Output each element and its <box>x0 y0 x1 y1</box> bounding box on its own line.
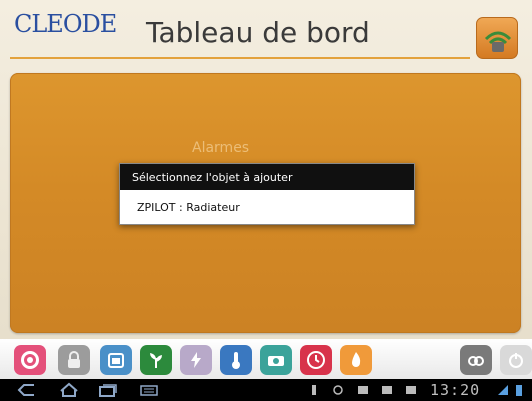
wifi-status <box>496 379 510 401</box>
recent-apps-icon <box>99 384 117 397</box>
lightning-button[interactable] <box>180 345 212 375</box>
power-icon <box>509 353 523 368</box>
location-icon <box>333 385 343 395</box>
system-navigation-bar: 13:20 <box>0 379 532 401</box>
location-status <box>332 379 344 401</box>
camera-button[interactable] <box>260 345 292 375</box>
notification-icon <box>382 386 392 394</box>
app-logo: CLEODE <box>14 10 117 38</box>
lock-icon <box>68 351 80 368</box>
usb-icon <box>312 385 316 395</box>
notification-status-1 <box>356 379 370 401</box>
notification-icon <box>406 386 416 394</box>
thermometer-icon <box>232 352 240 369</box>
alarm-button[interactable] <box>300 345 332 375</box>
plant-icon <box>150 353 162 368</box>
notification-status-3 <box>404 379 418 401</box>
header: CLEODE Tableau de bord <box>0 0 532 62</box>
keyboard-icon <box>140 385 158 396</box>
fire-button[interactable] <box>340 345 372 375</box>
keyboard-button[interactable] <box>138 379 160 401</box>
camera-icon <box>268 356 284 366</box>
dialog-option-zpilot[interactable]: ZPILOT : Radiateur <box>120 190 414 224</box>
battery-status-icon <box>516 385 522 396</box>
wifi-button[interactable] <box>476 17 518 59</box>
status-clock: 13:20 <box>430 381 481 399</box>
usb-status <box>308 379 320 401</box>
home-icon <box>60 382 78 397</box>
header-divider <box>10 57 470 59</box>
notification-icon <box>358 386 368 394</box>
device-icon-bar <box>0 339 532 379</box>
add-object-dialog: Sélectionnez l'objet à ajouter ZPILOT : … <box>119 163 415 225</box>
power-button[interactable] <box>500 345 532 375</box>
wifi-icon <box>484 31 512 52</box>
thermometer-button[interactable] <box>220 345 252 375</box>
fire-icon <box>352 352 361 367</box>
target-button[interactable] <box>14 345 46 375</box>
home-button[interactable] <box>58 379 80 401</box>
battery-status <box>514 379 524 401</box>
lock-button[interactable] <box>58 345 90 375</box>
plant-button[interactable] <box>140 345 172 375</box>
link-button[interactable] <box>460 345 492 375</box>
board-section-label: Alarmes <box>192 140 250 156</box>
battery-button[interactable] <box>100 345 132 375</box>
page-title: Tableau de bord <box>146 16 370 49</box>
back-icon <box>17 384 34 396</box>
battery-icon <box>108 353 124 368</box>
lightning-icon <box>191 352 201 368</box>
back-button[interactable] <box>16 379 38 401</box>
link-icon <box>468 356 484 366</box>
notification-status-2 <box>380 379 394 401</box>
target-icon <box>21 351 39 369</box>
recent-apps-button[interactable] <box>96 379 118 401</box>
alarm-icon <box>307 351 325 369</box>
signal-icon <box>498 385 508 395</box>
dialog-title: Sélectionnez l'objet à ajouter <box>120 164 414 190</box>
